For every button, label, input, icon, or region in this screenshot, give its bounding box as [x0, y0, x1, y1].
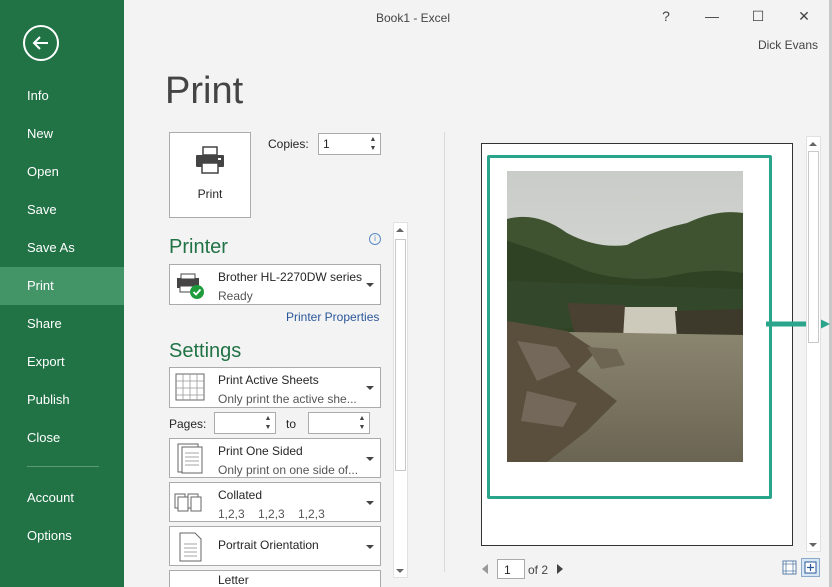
nav-publish[interactable]: Publish [0, 381, 124, 419]
page-title: Print [165, 70, 244, 112]
page-number[interactable]: 1 [504, 563, 511, 577]
nav-close[interactable]: Close [0, 419, 124, 457]
pages-from-up-icon[interactable]: ▲ [264, 415, 272, 423]
back-arrow-icon [32, 36, 48, 50]
printer-ready-icon [177, 273, 204, 299]
zoom-to-page-icon [804, 561, 817, 574]
info-icon[interactable]: i [369, 233, 381, 245]
pages-to-down-icon[interactable]: ▼ [358, 424, 366, 432]
chevron-down-icon [366, 457, 374, 461]
pages-to-input[interactable]: ▲ ▼ [308, 412, 370, 434]
collation-dropdown[interactable]: Collated 1,2,3 1,2,3 1,2,3 [169, 482, 381, 522]
sheet-grid-icon [175, 373, 205, 401]
scroll-up-icon[interactable] [809, 142, 817, 146]
nav-new[interactable]: New [0, 115, 124, 153]
print-what-dropdown[interactable]: Print Active Sheets Only print the activ… [169, 367, 381, 408]
orientation-dropdown[interactable]: Portrait Orientation [169, 526, 381, 566]
window-title: Book1 - Excel [375, 11, 451, 25]
copies-stepper[interactable]: 1 ▲ ▼ [318, 133, 381, 155]
copies-label: Copies: [268, 137, 309, 151]
help-button[interactable]: ? [654, 6, 678, 26]
print-what-main: Print Active Sheets [218, 373, 319, 387]
next-page-icon[interactable] [557, 564, 563, 574]
preview-scroll-thumb[interactable] [808, 151, 819, 343]
minimize-button[interactable]: — [700, 6, 724, 26]
chevron-down-icon [366, 501, 374, 505]
pages-to-label: to [286, 417, 297, 431]
collation-sub: 1,2,3 1,2,3 1,2,3 [218, 507, 325, 521]
settings-scrollbar[interactable] [393, 222, 408, 578]
nav-divider [27, 466, 99, 467]
print-what-sub: Only print the active she... [218, 392, 357, 406]
page-number-input[interactable]: 1 [497, 559, 525, 579]
collated-pages-icon [174, 493, 202, 512]
print-button-label: Print [197, 187, 223, 201]
print-button[interactable]: Print [169, 132, 251, 218]
back-button[interactable] [23, 25, 59, 61]
scroll-down-icon[interactable] [809, 543, 817, 547]
nav-save[interactable]: Save [0, 191, 124, 229]
scroll-up-icon[interactable] [396, 228, 404, 232]
printer-status: Ready [218, 289, 253, 303]
orientation-main: Portrait Orientation [218, 538, 319, 552]
nav-export[interactable]: Export [0, 343, 124, 381]
pages-from-down-icon[interactable]: ▼ [264, 424, 272, 432]
close-window-button[interactable]: ✕ [792, 6, 816, 26]
nav-print[interactable]: Print [0, 267, 124, 305]
one-sided-page-icon [177, 443, 203, 474]
nav-save-as[interactable]: Save As [0, 229, 124, 267]
print-area-highlight [487, 155, 772, 499]
collation-main: Collated [218, 488, 263, 502]
preview-scrollbar[interactable] [806, 136, 821, 552]
printer-icon [196, 146, 224, 174]
panel-separator [444, 132, 445, 572]
nav-open[interactable]: Open [0, 153, 124, 191]
sides-dropdown[interactable]: Print One Sided Only print on one side o… [169, 438, 381, 478]
scroll-down-icon[interactable] [396, 569, 404, 573]
copies-value[interactable]: 1 [323, 137, 330, 151]
zoom-to-page-button[interactable] [801, 558, 820, 577]
page-count: of 2 [528, 563, 549, 577]
copies-down-icon[interactable]: ▼ [369, 145, 377, 153]
previous-page-icon[interactable] [482, 564, 488, 574]
chevron-down-icon [366, 283, 374, 287]
show-margins-icon[interactable] [782, 560, 797, 575]
printer-properties-link[interactable]: Printer Properties [286, 310, 379, 324]
printer-name: Brother HL-2270DW series [218, 270, 363, 284]
chevron-down-icon [366, 545, 374, 549]
chevron-down-icon [366, 386, 374, 390]
sides-main: Print One Sided [218, 444, 303, 458]
paper-size-dropdown[interactable]: Letter [169, 570, 381, 587]
paper-size-main: Letter [218, 573, 249, 587]
nav-share[interactable]: Share [0, 305, 124, 343]
copies-up-icon[interactable]: ▲ [369, 136, 377, 144]
pages-from-input[interactable]: ▲ ▼ [214, 412, 276, 434]
pages-to-up-icon[interactable]: ▲ [358, 415, 366, 423]
pages-label: Pages: [169, 417, 207, 431]
settings-heading: Settings [169, 340, 242, 362]
sides-sub: Only print on one side of... [218, 463, 359, 477]
maximize-button[interactable]: ☐ [746, 6, 770, 26]
printer-dropdown[interactable]: Brother HL-2270DW series Ready [169, 264, 381, 305]
settings-scroll-thumb[interactable] [395, 239, 406, 471]
backstage-sidebar: Info New Open Save Save As Print Share E… [0, 0, 124, 587]
nav-account[interactable]: Account [0, 479, 124, 517]
user-name[interactable]: Dick Evans [758, 38, 818, 52]
nav-options[interactable]: Options [0, 517, 124, 555]
printer-heading: Printer [169, 236, 228, 258]
portrait-page-icon [179, 532, 202, 562]
nav-info[interactable]: Info [0, 77, 124, 115]
